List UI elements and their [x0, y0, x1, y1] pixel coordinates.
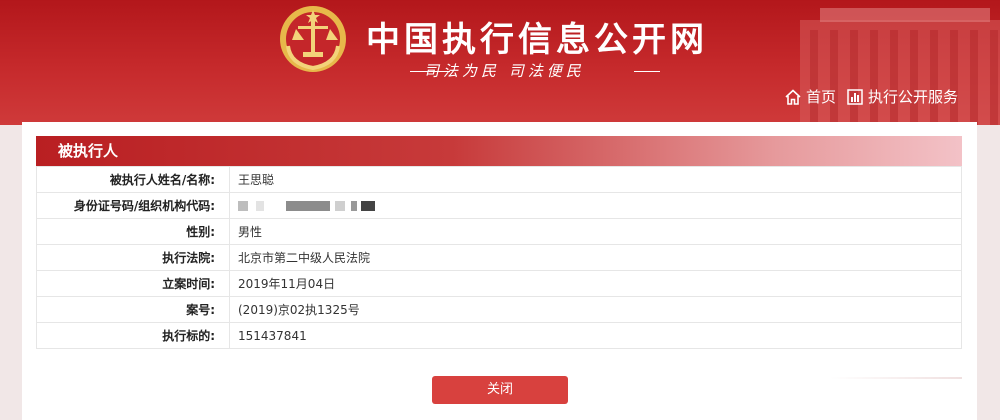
redaction-block: [285, 201, 330, 211]
nav-home-link[interactable]: 首页: [784, 86, 836, 107]
masked-id-value: [229, 192, 962, 219]
row-value: (2019)京02执1325号: [229, 296, 962, 323]
row-value: 2019年11月04日: [229, 270, 962, 297]
table-row: 身份证号码/组织机构代码:: [36, 192, 962, 219]
row-label: 执行法院:: [36, 244, 230, 271]
site-slogan: 司法为民 司法便民: [424, 62, 585, 80]
table-row: 执行标的: 151437841: [36, 322, 962, 349]
row-label: 立案时间:: [36, 270, 230, 297]
row-value: 男性: [229, 218, 962, 245]
row-value: 151437841: [229, 322, 962, 349]
redaction-block: [255, 201, 264, 211]
site-title: 中国执行信息公开网: [366, 20, 708, 60]
row-label: 案号:: [36, 296, 230, 323]
table-row: 案号: (2019)京02执1325号: [36, 296, 962, 323]
table-row: 立案时间: 2019年11月04日: [36, 270, 962, 297]
chart-bar-icon: [847, 88, 863, 105]
redaction-block: [361, 201, 376, 211]
section-header: 被执行人: [36, 136, 962, 166]
section-title: 被执行人: [58, 142, 119, 160]
detail-card: 被执行人 被执行人姓名/名称: 王思聪 身份证号码/组织机构代码: 性别: 男性…: [22, 122, 977, 420]
redaction-block: [335, 201, 346, 211]
redaction-block: [238, 201, 248, 211]
home-icon: [785, 88, 801, 105]
row-label: 性别:: [36, 218, 230, 245]
decorative-divider: [830, 377, 962, 379]
slogan-divider-right: [634, 71, 660, 72]
table-row: 被执行人姓名/名称: 王思聪: [36, 166, 962, 193]
redaction-block: [351, 201, 358, 211]
row-label: 身份证号码/组织机构代码:: [36, 192, 230, 219]
table-row: 性别: 男性: [36, 218, 962, 245]
site-banner: 中国执行信息公开网 司法为民 司法便民 首页 执行公开服务: [0, 0, 1000, 125]
nav-enforcement-service-link[interactable]: 执行公开服务: [846, 86, 958, 107]
nav-service-label: 执行公开服务: [868, 88, 959, 106]
row-label: 执行标的:: [36, 322, 230, 349]
table-row: 执行法院: 北京市第二中级人民法院: [36, 244, 962, 271]
row-label: 被执行人姓名/名称:: [36, 166, 230, 193]
row-value: 北京市第二中级人民法院: [229, 244, 962, 271]
detail-table: 被执行人姓名/名称: 王思聪 身份证号码/组织机构代码: 性别: 男性 执行法院…: [36, 166, 962, 349]
court-emblem-icon: [280, 6, 346, 72]
row-value: 王思聪: [229, 166, 962, 193]
nav-home-label: 首页: [806, 88, 837, 106]
close-button[interactable]: 关闭: [432, 376, 568, 404]
